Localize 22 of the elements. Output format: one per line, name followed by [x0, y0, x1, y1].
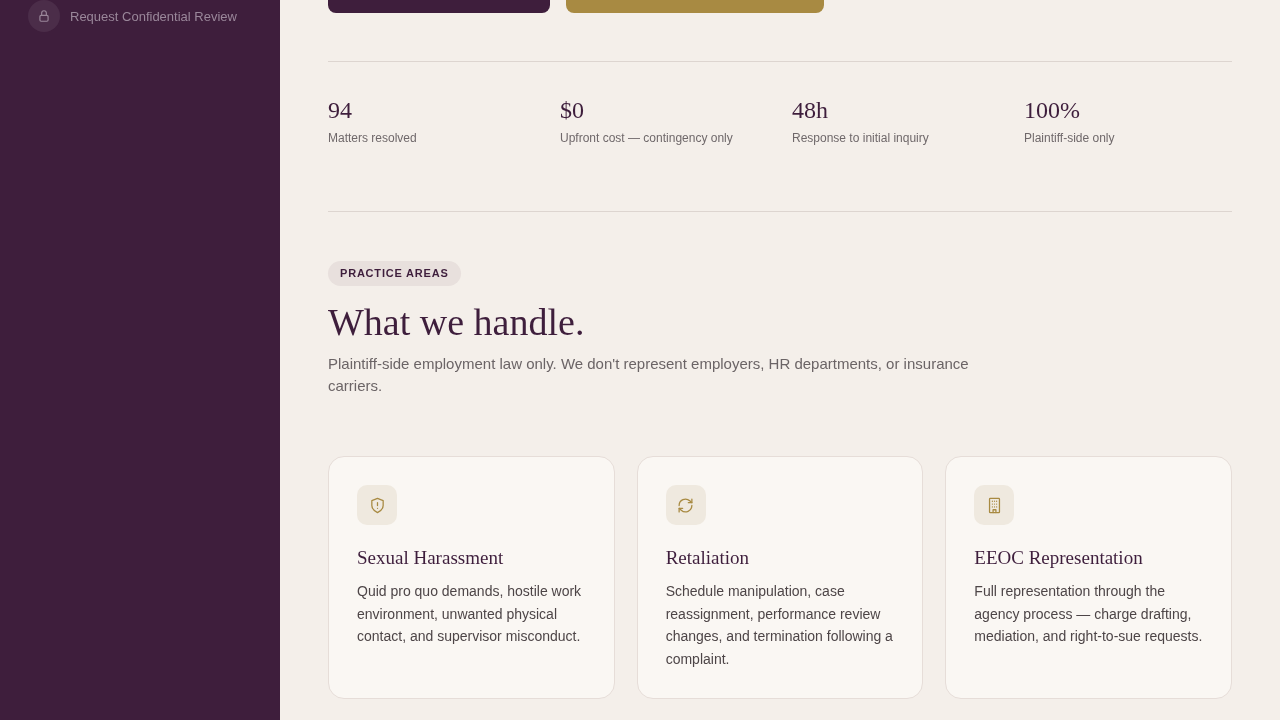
stat-label: Upfront cost — contingency only — [560, 130, 733, 146]
stat-value: 48h — [792, 96, 828, 125]
sidebar-link[interactable]: Request Confidential Review — [70, 8, 237, 24]
section-heading: What we handle. — [328, 300, 585, 344]
refresh-icon — [665, 485, 706, 525]
stat-label: Response to initial inquiry — [792, 130, 929, 146]
building-icon — [974, 485, 1015, 525]
stat-label: Plaintiff-side only — [1024, 130, 1115, 146]
lock-icon — [28, 0, 60, 32]
stat-value: $0 — [560, 96, 584, 125]
section-badge: PRACTICE AREAS — [328, 261, 461, 286]
section-intro: Plaintiff-side employment law only. We don't represent employers, HR departments, or insurance carriers. — [328, 354, 970, 396]
card-title: Sexual Harassment — [357, 546, 504, 570]
card-description: Full representation through the agency process — charge drafting, mediation, and right-to-sue requests. — [974, 582, 1203, 647]
card-description: Quid pro quo demands, hostile work environment, unwanted physical contact, and supervisor misconduct. — [357, 582, 583, 647]
card-title: Retaliation — [665, 546, 750, 570]
card-description: Schedule manipulation, case reassignment, performance review changes, and termination following a complaint. — [665, 582, 894, 669]
shield-alert-icon — [357, 485, 397, 525]
stat-value: 100% — [1024, 96, 1080, 125]
stat-value: 94 — [328, 96, 352, 125]
card-title: EEOC Representation — [974, 546, 1143, 570]
stat-label: Matters resolved — [328, 130, 417, 146]
